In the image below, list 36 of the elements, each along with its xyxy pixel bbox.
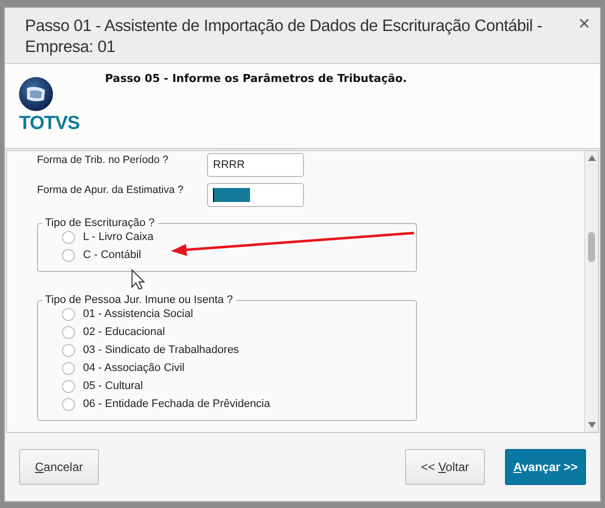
- logo-icon: [19, 77, 53, 111]
- close-button[interactable]: ×: [578, 16, 590, 32]
- radio-icon[interactable]: [62, 308, 75, 320]
- field-label: Forma de Trib. no Período ?: [37, 154, 170, 166]
- radio-icon[interactable]: [62, 326, 75, 338]
- radio-option[interactable]: 06 - Entidade Fechada de Prêvidencia: [62, 396, 416, 412]
- next-button[interactable]: Avançar >>: [505, 449, 586, 485]
- radio-option[interactable]: 05 - Cultural: [62, 378, 416, 394]
- radio-icon[interactable]: [62, 398, 75, 410]
- input-field[interactable]: [207, 183, 304, 207]
- radio-option[interactable]: 01 - Assistencia Social: [62, 306, 416, 322]
- scrollbar[interactable]: [584, 151, 598, 432]
- scroll-thumb[interactable]: [588, 232, 595, 262]
- radio-icon[interactable]: [62, 248, 75, 262]
- scroll-down-icon[interactable]: [588, 422, 596, 428]
- radio-icon[interactable]: [62, 380, 75, 392]
- scroll-up-icon[interactable]: [588, 155, 596, 161]
- text-selection: [213, 188, 250, 202]
- radio-icon[interactable]: [62, 230, 75, 244]
- nav-button[interactable]: << Voltar: [405, 449, 485, 485]
- group-title: Tipo de Escrituração ?: [44, 217, 156, 229]
- step-title: Passo 05 - Informe os Parâmetros de Tributação.: [105, 72, 407, 87]
- mouse-cursor-icon: [132, 268, 146, 290]
- radio-option[interactable]: 04 - Associação Civil: [62, 360, 416, 376]
- input-field[interactable]: RRRR: [207, 153, 304, 177]
- field-label: Forma de Apur. da Estimativa ?: [37, 184, 184, 196]
- window-title: Passo 01 - Assistente de Importação de Dados de Escrituração Contábil - Empresa: 01: [25, 16, 544, 58]
- radio-option[interactable]: 02 - Educacional: [62, 324, 416, 340]
- radio-option[interactable]: L - Livro Caixa: [62, 229, 416, 245]
- nav-button[interactable]: Cancelar: [19, 449, 99, 485]
- group-title: Tipo de Pessoa Jur. Imune ou Isenta ?: [44, 294, 234, 306]
- radio-option[interactable]: 03 - Sindicato de Trabalhadores: [62, 342, 416, 358]
- logo-text: TOTVS: [19, 113, 80, 135]
- radio-option[interactable]: C - Contábil: [62, 247, 416, 263]
- radio-icon[interactable]: [62, 362, 75, 374]
- radio-icon[interactable]: [62, 344, 75, 356]
